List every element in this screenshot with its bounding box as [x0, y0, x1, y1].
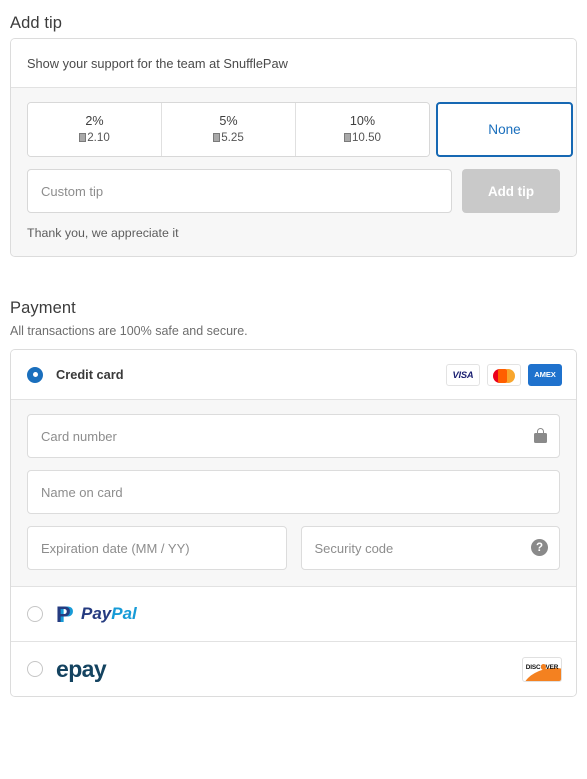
expiry-security-row: ? [27, 526, 560, 570]
expiration-wrap [27, 526, 287, 570]
custom-tip-input[interactable] [27, 169, 452, 213]
visa-label: VISA [452, 369, 474, 380]
currency-symbol-glyph [213, 133, 221, 142]
security-code-wrap: ? [300, 526, 560, 570]
payment-method-epay[interactable]: epay DISCOVER [11, 641, 576, 696]
tip-support-message: Show your support for the team at Snuffl… [27, 55, 288, 71]
paypal-mark: P P [56, 603, 77, 626]
name-on-card-input[interactable] [27, 470, 560, 514]
tip-option-none-label: None [488, 122, 521, 137]
tip-option-group: 2% 2.10 5% 5.25 10% 10.50 [27, 102, 430, 157]
payment-methods-card: Credit card VISA AMEX Card number Name o… [10, 349, 577, 697]
tip-option-percent: 5% [219, 114, 238, 128]
paypal-word-pay: Pay [81, 604, 112, 623]
tip-options-row: 2% 2.10 5% 5.25 10% 10.50 None [27, 102, 573, 157]
tip-card: Show your support for the team at Snuffl… [10, 38, 577, 257]
tip-option-percent: 2% [85, 114, 104, 128]
credit-card-form: ? [11, 400, 576, 586]
amex-icon: AMEX [528, 363, 562, 386]
epay-brands: DISCOVER [522, 656, 562, 682]
paypal-mark-front: P [56, 601, 71, 627]
epay-icon: epay [56, 656, 107, 682]
tip-option-5[interactable]: 5% 5.25 [162, 103, 296, 156]
add-tip-button[interactable]: Add tip [462, 169, 560, 213]
paypal-left: P P PayPal [27, 603, 137, 626]
page-title: Add tip [10, 14, 63, 32]
discover-icon: DISCOVER [522, 656, 562, 682]
payment-subtitle: All transactions are 100% safe and secur… [10, 324, 248, 338]
payment-method-credit-card[interactable]: Credit card VISA AMEX [11, 350, 576, 400]
payment-method-paypal[interactable]: P P PayPal [11, 586, 576, 641]
checkout-page: Add tip Show your support for the team a… [0, 0, 587, 779]
paypal-wordmark: PayPal [81, 604, 137, 624]
name-on-card-wrap [27, 470, 560, 514]
tip-card-body: 2% 2.10 5% 5.25 10% 10.50 None Custom ti… [11, 88, 576, 256]
radio-credit-card[interactable] [27, 366, 43, 383]
credit-card-label: Credit card [56, 367, 124, 382]
tip-option-amount-value: 10.50 [351, 131, 381, 144]
tip-option-amount: 2.10 [79, 131, 110, 145]
tip-option-percent: 10% [349, 114, 376, 128]
currency-symbol-glyph [343, 133, 351, 142]
paypal-icon: P P PayPal [56, 603, 137, 626]
card-brand-logos: VISA AMEX [446, 363, 562, 386]
tip-option-none[interactable]: None [436, 102, 573, 157]
tip-option-amount-value: 2.10 [87, 131, 110, 144]
expiration-date-input[interactable] [27, 526, 287, 570]
custom-tip-row: Add tip [27, 169, 560, 213]
card-number-wrap [27, 414, 560, 458]
visa-icon: VISA [446, 363, 480, 386]
radio-paypal[interactable] [27, 606, 43, 622]
help-icon[interactable]: ? [531, 539, 548, 556]
payment-title: Payment [10, 299, 76, 317]
mastercard-icon [487, 363, 521, 386]
amex-label: AMEX [534, 370, 556, 379]
radio-epay[interactable] [27, 661, 43, 677]
tip-option-2[interactable]: 2% 2.10 [28, 103, 162, 156]
tip-option-amount: 10.50 [343, 131, 381, 145]
lock-icon [534, 428, 547, 443]
tip-option-amount-value: 5.25 [221, 131, 244, 144]
tip-thanks-text: Thank you, we appreciate it [27, 226, 179, 240]
tip-option-amount: 5.25 [213, 131, 244, 145]
credit-card-left: Credit card [27, 366, 124, 383]
tip-option-10[interactable]: 10% 10.50 [296, 103, 429, 156]
card-number-input[interactable] [27, 414, 560, 458]
currency-symbol-glyph [79, 133, 87, 142]
epay-left: epay [27, 656, 107, 682]
paypal-word-pal: Pal [111, 604, 137, 623]
tip-card-header: Show your support for the team at Snuffl… [11, 39, 576, 88]
security-code-input[interactable] [300, 526, 560, 570]
